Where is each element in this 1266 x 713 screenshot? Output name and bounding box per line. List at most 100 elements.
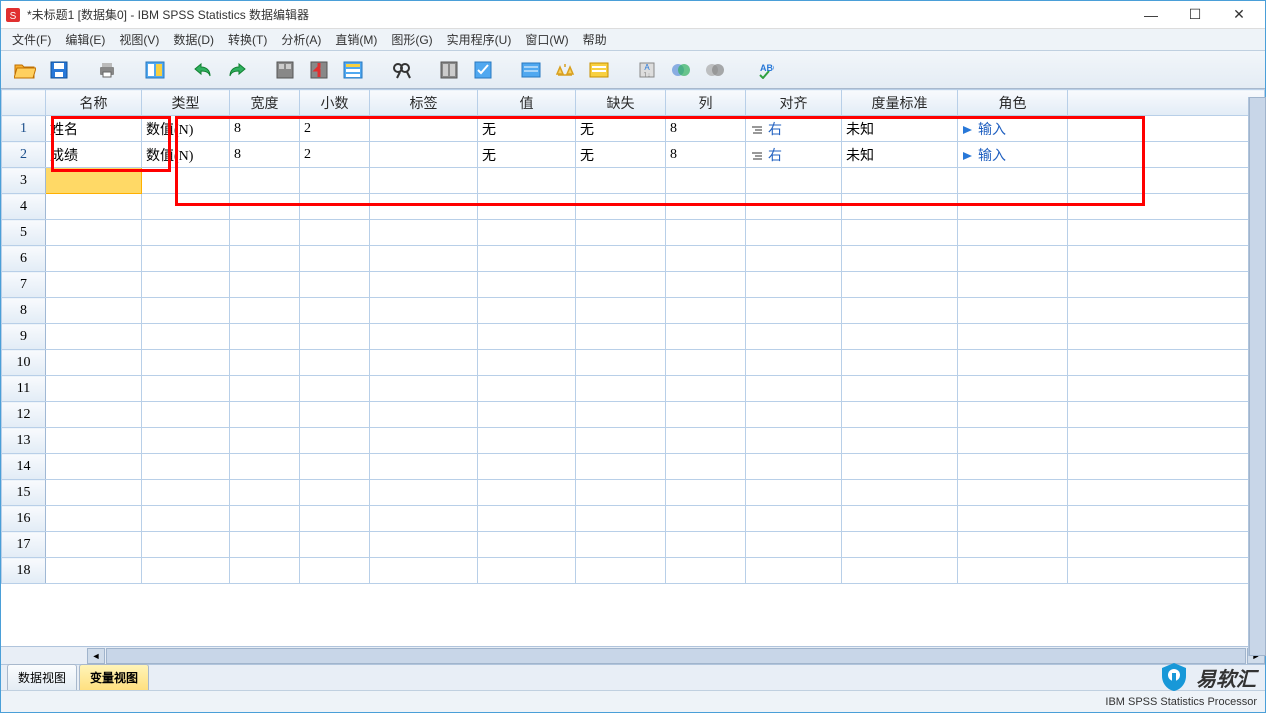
row-number[interactable]: 2 — [2, 142, 46, 168]
grid-cell[interactable] — [370, 220, 478, 246]
grid-cell[interactable] — [142, 246, 230, 272]
minimize-button[interactable]: — — [1129, 1, 1173, 29]
grid-cell[interactable] — [300, 298, 370, 324]
vertical-scrollbar[interactable] — [1248, 97, 1266, 656]
grid-cell[interactable] — [958, 428, 1068, 454]
grid-cell[interactable] — [958, 194, 1068, 220]
grid-cell[interactable]: 输入 — [958, 116, 1068, 142]
menu-item[interactable]: 实用程序(U) — [440, 29, 519, 50]
print-icon[interactable] — [91, 55, 123, 85]
grid-cell[interactable] — [666, 480, 746, 506]
grid-cell[interactable] — [842, 480, 958, 506]
grid-cell[interactable] — [142, 350, 230, 376]
value-labels-icon[interactable] — [515, 55, 547, 85]
row-number[interactable]: 3 — [2, 168, 46, 194]
goto-var-icon[interactable] — [303, 55, 335, 85]
grid-cell[interactable] — [370, 558, 478, 584]
grid-cell[interactable] — [666, 272, 746, 298]
use-sets-icon[interactable] — [583, 55, 615, 85]
grid-cell[interactable] — [370, 116, 478, 142]
menu-item[interactable]: 帮助 — [576, 29, 614, 50]
grid-cell[interactable] — [478, 220, 576, 246]
grid-cell[interactable] — [478, 454, 576, 480]
column-header[interactable]: 名称 — [46, 90, 142, 116]
grid-cell[interactable] — [46, 532, 142, 558]
column-header[interactable]: 度量标准 — [842, 90, 958, 116]
grid-cell[interactable] — [666, 506, 746, 532]
grid-cell[interactable] — [478, 558, 576, 584]
grid-cell[interactable] — [478, 194, 576, 220]
maximize-button[interactable]: ☐ — [1173, 1, 1217, 29]
grid-cell[interactable] — [576, 402, 666, 428]
grid-cell[interactable] — [230, 428, 300, 454]
goto-case-icon[interactable] — [269, 55, 301, 85]
grid-cell[interactable] — [142, 454, 230, 480]
row-number[interactable]: 7 — [2, 272, 46, 298]
grid-cell[interactable] — [478, 506, 576, 532]
row-number[interactable]: 5 — [2, 220, 46, 246]
grid-cell[interactable] — [842, 532, 958, 558]
column-header[interactable]: 值 — [478, 90, 576, 116]
column-header[interactable]: 宽度 — [230, 90, 300, 116]
grid-cell[interactable] — [666, 298, 746, 324]
grid-cell[interactable] — [842, 298, 958, 324]
grid-cell[interactable] — [370, 142, 478, 168]
grid-cell[interactable] — [142, 480, 230, 506]
menu-item[interactable]: 图形(G) — [384, 29, 439, 50]
grid-cell[interactable] — [666, 532, 746, 558]
grid-cell[interactable] — [46, 220, 142, 246]
column-header[interactable]: 对齐 — [746, 90, 842, 116]
grid-cell[interactable] — [478, 168, 576, 194]
menu-item[interactable]: 转换(T) — [221, 29, 274, 50]
tab-variable-view[interactable]: 变量视图 — [79, 664, 149, 690]
grid-cell[interactable] — [142, 220, 230, 246]
grid-cell[interactable] — [842, 402, 958, 428]
grid-cell[interactable] — [300, 506, 370, 532]
grid-cell[interactable] — [746, 220, 842, 246]
menu-item[interactable]: 窗口(W) — [518, 29, 575, 50]
row-number[interactable]: 14 — [2, 454, 46, 480]
grid-cell[interactable] — [958, 558, 1068, 584]
grid-cell[interactable] — [958, 272, 1068, 298]
menu-item[interactable]: 直销(M) — [328, 29, 384, 50]
grid-cell[interactable] — [478, 428, 576, 454]
column-header[interactable]: 类型 — [142, 90, 230, 116]
grid-cell[interactable] — [142, 298, 230, 324]
spellcheck-icon[interactable]: ABC — [747, 55, 779, 85]
grid-cell[interactable]: 右 — [746, 116, 842, 142]
grid-cell[interactable] — [46, 506, 142, 532]
grid-cell[interactable] — [230, 376, 300, 402]
grid-cell[interactable] — [46, 246, 142, 272]
grid-cell[interactable] — [958, 532, 1068, 558]
grid-cell[interactable] — [370, 454, 478, 480]
column-header[interactable]: 小数 — [300, 90, 370, 116]
grid-cell[interactable] — [370, 532, 478, 558]
grid-cell[interactable] — [46, 376, 142, 402]
row-number[interactable]: 4 — [2, 194, 46, 220]
recall-icon[interactable] — [139, 55, 171, 85]
column-header[interactable]: 缺失 — [576, 90, 666, 116]
grid-cell[interactable] — [666, 428, 746, 454]
grid-cell[interactable]: 无 — [576, 116, 666, 142]
grid-cell[interactable] — [576, 350, 666, 376]
grid-cell[interactable] — [576, 428, 666, 454]
grid-cell[interactable] — [300, 324, 370, 350]
grid-cell[interactable] — [958, 246, 1068, 272]
row-number[interactable]: 18 — [2, 558, 46, 584]
grid-cell[interactable] — [300, 480, 370, 506]
horizontal-scrollbar[interactable]: ◄ ► — [1, 646, 1265, 664]
grid-cell[interactable] — [576, 194, 666, 220]
grid-cell[interactable] — [666, 454, 746, 480]
grid-cell[interactable] — [958, 324, 1068, 350]
grid-cell[interactable] — [478, 402, 576, 428]
grid-cell[interactable] — [370, 350, 478, 376]
grid-cell[interactable] — [300, 454, 370, 480]
open-icon[interactable] — [9, 55, 41, 85]
grid-cell[interactable] — [958, 168, 1068, 194]
grid-cell[interactable]: 2 — [300, 142, 370, 168]
grid-cell[interactable] — [958, 298, 1068, 324]
row-number[interactable]: 9 — [2, 324, 46, 350]
grid-cell[interactable] — [300, 194, 370, 220]
grid-cell[interactable]: 8 — [666, 116, 746, 142]
grid-cell[interactable] — [958, 506, 1068, 532]
